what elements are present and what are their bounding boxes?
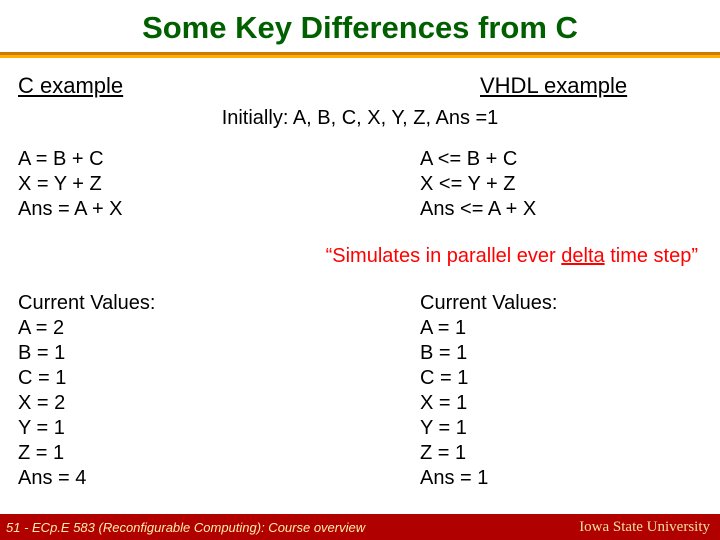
vhdl-current-values: Current Values: A = 1 B = 1 C = 1 X = 1 … bbox=[300, 291, 702, 491]
c-code-line: A = B + C bbox=[18, 147, 300, 172]
c-code-block: A = B + C X = Y + Z Ans = A + X bbox=[18, 147, 300, 222]
sim-delta: delta bbox=[561, 245, 604, 267]
value-line: Y = 1 bbox=[18, 416, 300, 441]
value-line: X = 2 bbox=[18, 391, 300, 416]
c-example-label: C example bbox=[18, 72, 360, 100]
simulation-note: “Simulates in parallel ever delta time s… bbox=[18, 244, 702, 269]
value-line: C = 1 bbox=[18, 366, 300, 391]
sim-text-post: time step” bbox=[605, 245, 698, 267]
value-line: Ans = 4 bbox=[18, 466, 300, 491]
c-current-values: Current Values: A = 2 B = 1 C = 1 X = 2 … bbox=[18, 291, 300, 491]
initial-values: Initially: A, B, C, X, Y, Z, Ans =1 bbox=[18, 106, 702, 131]
value-line: X = 1 bbox=[420, 391, 702, 416]
value-line: Ans = 1 bbox=[420, 466, 702, 491]
vhdl-example-label: VHDL example bbox=[480, 72, 702, 100]
value-line: C = 1 bbox=[420, 366, 702, 391]
value-line: Y = 1 bbox=[420, 416, 702, 441]
value-line: B = 1 bbox=[420, 341, 702, 366]
footer-left: 51 - ECp.E 583 (Reconfigurable Computing… bbox=[6, 520, 365, 535]
vhdl-code-line: Ans <= A + X bbox=[420, 197, 702, 222]
value-line: B = 1 bbox=[18, 341, 300, 366]
value-line: A = 2 bbox=[18, 316, 300, 341]
slide-footer: 51 - ECp.E 583 (Reconfigurable Computing… bbox=[0, 514, 720, 540]
values-header: Current Values: bbox=[420, 291, 702, 316]
c-code-line: X = Y + Z bbox=[18, 172, 300, 197]
value-line: Z = 1 bbox=[18, 441, 300, 466]
sim-text-pre: “Simulates in parallel ever bbox=[326, 245, 562, 267]
slide-title: Some Key Differences from C bbox=[0, 0, 720, 46]
footer-right: Iowa State University bbox=[579, 519, 710, 536]
vhdl-code-line: A <= B + C bbox=[420, 147, 702, 172]
vhdl-code-line: X <= Y + Z bbox=[420, 172, 702, 197]
value-line: A = 1 bbox=[420, 316, 702, 341]
title-rule bbox=[0, 52, 720, 58]
c-code-line: Ans = A + X bbox=[18, 197, 300, 222]
value-line: Z = 1 bbox=[420, 441, 702, 466]
values-header: Current Values: bbox=[18, 291, 300, 316]
vhdl-code-block: A <= B + C X <= Y + Z Ans <= A + X bbox=[300, 147, 702, 222]
